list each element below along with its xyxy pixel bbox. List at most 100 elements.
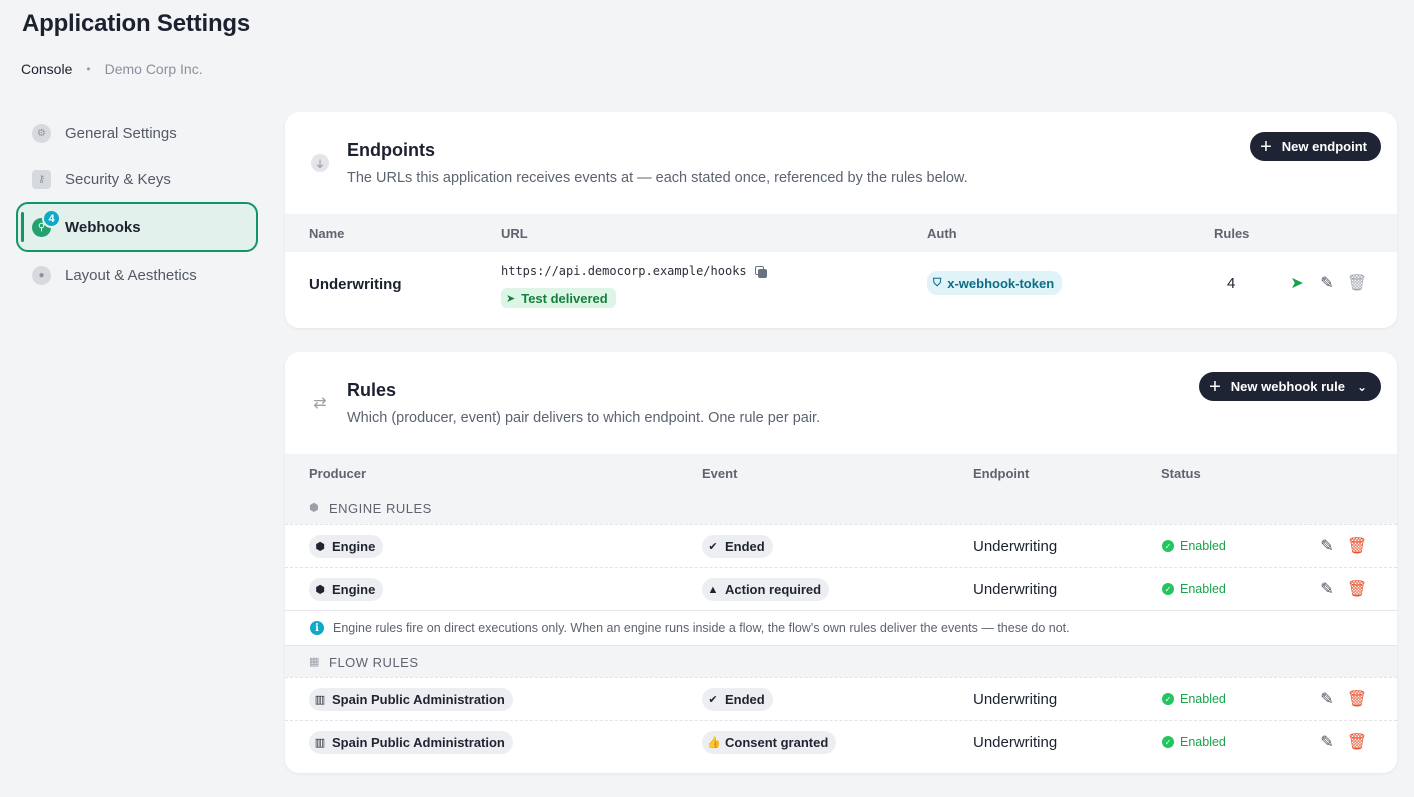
page-title: Application Settings (22, 10, 251, 37)
check-icon: ✓ (1162, 583, 1174, 595)
rule-actions: ✎ 🗑 (1318, 733, 1367, 751)
engine-rules-label: ENGINE RULES (329, 501, 432, 516)
send-icon: ➤ (506, 292, 516, 305)
auth-badge: ⛉ x-webhook-token (927, 271, 1063, 295)
column-header-name: Name (309, 226, 345, 241)
warning-icon: ▲ (707, 583, 719, 596)
sidebar-item-general-settings[interactable]: ⚙ General Settings (16, 110, 258, 156)
column-header-event: Event (702, 466, 738, 481)
new-endpoint-label: New endpoint (1281, 139, 1367, 154)
test-status-label: Test delivered (521, 290, 608, 306)
endpoint-cell: Underwriting (973, 581, 1058, 598)
rules-table-header: Producer Event Endpoint Status (285, 454, 1397, 492)
edit-icon[interactable]: ✎ (1318, 537, 1336, 555)
table-row: ⬢ Engine ✔ Ended Underwriting ✓ Enabled … (285, 524, 1397, 567)
note-text: Engine rules fire on direct executions o… (333, 621, 1070, 635)
delete-icon[interactable]: 🗑 (1347, 690, 1367, 708)
sidebar-item-label: Layout & Aesthetics (65, 266, 197, 284)
rule-actions: ✎ 🗑 (1318, 537, 1367, 555)
swap-arrows-icon: ⇄ (313, 395, 327, 412)
building-icon: ▥ (314, 737, 326, 749)
event-chip: ▲ Action required (702, 578, 830, 601)
status-label: Enabled (1180, 735, 1226, 749)
edit-icon[interactable]: ✎ (1318, 690, 1336, 708)
info-icon: i (310, 621, 324, 635)
check-icon: ✓ (1162, 736, 1174, 748)
event-label: Ended (725, 692, 765, 707)
shield-icon: ⛉ (933, 276, 942, 289)
endpoint-cell: Underwriting (973, 691, 1058, 708)
sidebar-item-label: General Settings (65, 124, 177, 142)
delete-icon[interactable]: 🗑 (1347, 537, 1367, 555)
table-row: ▥ Spain Public Administration ✔ Ended Un… (285, 677, 1397, 720)
rule-actions: ✎ 🗑 (1318, 690, 1367, 708)
column-header-rules: Rules (1214, 226, 1250, 241)
sidebar-item-layout-aesthetics[interactable]: ● Layout & Aesthetics (16, 252, 258, 298)
endpoints-table-header: Name URL Auth Rules (285, 214, 1397, 252)
event-label: Consent granted (725, 735, 829, 750)
edit-icon[interactable]: ✎ (1318, 274, 1336, 292)
producer-label: Spain Public Administration (332, 735, 505, 750)
sidebar: ⚙ General Settings ⚷ Security & Keys ⚲ 4… (16, 110, 258, 298)
chevron-down-icon: ⌄ (1356, 379, 1367, 394)
building-icon: ▥ (314, 694, 326, 706)
flow-rules-label: FLOW RULES (329, 655, 419, 670)
key-icon: ⚷ (32, 169, 51, 189)
send-test-icon[interactable]: ➤ (1288, 274, 1306, 292)
sidebar-item-security-keys[interactable]: ⚷ Security & Keys (16, 156, 258, 202)
breadcrumb-console[interactable]: Console (21, 61, 72, 77)
new-webhook-rule-label: New webhook rule (1230, 379, 1345, 394)
endpoints-title: Endpoints (347, 140, 435, 160)
new-webhook-rule-button[interactable]: + New webhook rule ⌄ (1199, 372, 1381, 401)
auth-label: x-webhook-token (947, 275, 1055, 291)
delete-icon[interactable]: 🗑 (1347, 733, 1367, 751)
thumbs-up-icon: 👍 (707, 737, 721, 749)
plug-icon: ⏚ (311, 154, 329, 172)
endpoints-subtitle: The URLs this application receives event… (347, 170, 968, 186)
status-label: Enabled (1180, 582, 1226, 596)
column-header-url: URL (501, 226, 528, 241)
gear-icon: ⚙ (32, 123, 51, 143)
flow-rules-section: ▦ FLOW RULES (285, 645, 1397, 677)
plus-icon: + (1209, 375, 1221, 398)
status-label: Enabled (1180, 692, 1226, 706)
column-header-status: Status (1161, 466, 1201, 481)
copy-icon[interactable] (754, 265, 767, 278)
cube-icon: ⬢ (315, 541, 325, 553)
status-badge: ✓ Enabled (1162, 692, 1226, 706)
event-chip: 👍 Consent granted (702, 731, 837, 754)
cube-icon: ⬢ (315, 584, 325, 596)
rules-card: ⇄ Rules Which (producer, event) pair del… (285, 352, 1397, 773)
sidebar-item-label: Security & Keys (65, 170, 171, 188)
producer-chip: ⬢ Engine (309, 535, 384, 558)
breadcrumb-org[interactable]: Demo Corp Inc. (105, 61, 203, 77)
plus-icon: + (1260, 135, 1272, 158)
breadcrumb-separator: • (86, 62, 91, 76)
edit-icon[interactable]: ✎ (1318, 580, 1336, 598)
rules-title: Rules (347, 380, 397, 400)
table-row: Underwriting https://api.democorp.exampl… (285, 252, 1397, 328)
delete-icon[interactable]: 🗑 (1347, 274, 1367, 292)
status-label: Enabled (1180, 539, 1226, 553)
webhooks-count-badge: 4 (42, 209, 61, 228)
event-label: Ended (725, 539, 765, 554)
sidebar-item-webhooks[interactable]: ⚲ 4 Webhooks (16, 202, 258, 252)
table-row: ▥ Spain Public Administration 👍 Consent … (285, 720, 1397, 763)
status-badge: ✓ Enabled (1162, 539, 1226, 553)
check-circle-icon: ✔ (708, 541, 718, 553)
check-icon: ✓ (1162, 540, 1174, 552)
endpoint-actions: ➤ ✎ 🗑 (1288, 274, 1367, 292)
edit-icon[interactable]: ✎ (1318, 733, 1336, 751)
column-header-auth: Auth (927, 226, 957, 241)
endpoint-cell: Underwriting (973, 734, 1058, 751)
new-endpoint-button[interactable]: + New endpoint (1250, 132, 1381, 161)
table-row: ⬢ Engine ▲ Action required Underwriting … (285, 567, 1397, 610)
delete-icon[interactable]: 🗑 (1347, 580, 1367, 598)
engine-rules-note: i Engine rules fire on direct executions… (285, 610, 1397, 645)
event-chip: ✔ Ended (702, 535, 773, 558)
endpoint-cell: Underwriting (973, 538, 1058, 555)
producer-chip: ⬢ Engine (309, 578, 384, 601)
endpoint-url-text: https://api.democorp.example/hooks (501, 264, 747, 278)
endpoints-header: ⏚ Endpoints The URLs this application re… (285, 112, 1397, 214)
check-icon: ✓ (1162, 693, 1174, 705)
